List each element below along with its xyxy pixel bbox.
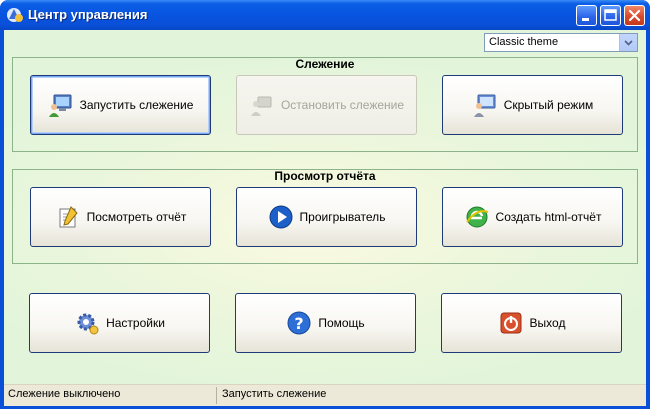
maximize-icon <box>604 9 617 21</box>
status-bar: Слежение выключено Запустить слежение <box>4 384 646 406</box>
settings-button[interactable]: Настройки <box>29 293 210 353</box>
create-html-report-button[interactable]: Создать html-отчёт <box>442 187 623 247</box>
app-icon <box>7 8 23 22</box>
start-monitoring-button[interactable]: Запустить слежение <box>30 75 211 135</box>
close-icon <box>628 9 641 22</box>
title-bar[interactable]: Центр управления <box>0 0 650 30</box>
status-hint: Запустить слежение <box>222 388 327 400</box>
report-pencil-icon <box>59 206 78 228</box>
help-label: Помощь <box>318 316 365 330</box>
minimize-button[interactable] <box>576 5 597 26</box>
theme-dropdown[interactable]: Classic theme <box>484 33 638 52</box>
dropdown-arrow-button[interactable] <box>619 34 637 51</box>
power-icon <box>500 312 522 334</box>
client-area: Classic theme Слежение Запустить слежени… <box>4 30 646 405</box>
view-report-label: Посмотреть отчёт <box>86 210 187 224</box>
exit-label: Выход <box>529 316 566 330</box>
stop-monitoring-icon <box>250 96 272 116</box>
help-icon: ? <box>287 311 311 335</box>
svg-text:?: ? <box>295 314 304 333</box>
close-button[interactable] <box>624 5 645 26</box>
minimize-icon <box>582 18 589 21</box>
hidden-mode-button[interactable]: Скрытый режим <box>442 75 623 135</box>
player-label: Проигрыватель <box>299 210 386 224</box>
hidden-mode-icon <box>473 94 496 117</box>
view-report-button[interactable]: Посмотреть отчёт <box>30 187 211 247</box>
chevron-down-icon <box>624 39 633 46</box>
stop-monitoring-button[interactable]: Остановить слежение <box>236 75 417 135</box>
theme-value: Classic theme <box>489 36 559 48</box>
ie-html-icon <box>465 206 488 228</box>
status-monitoring-state: Слежение выключено <box>8 388 121 400</box>
maximize-button[interactable] <box>600 5 621 26</box>
monitoring-group-title: Слежение <box>295 57 355 71</box>
settings-label: Настройки <box>106 316 165 330</box>
status-separator <box>216 387 217 404</box>
help-button[interactable]: ? Помощь <box>235 293 416 353</box>
stop-monitoring-label: Остановить слежение <box>280 98 405 112</box>
gear-icon <box>77 313 99 335</box>
report-group-title: Просмотр отчёта <box>274 169 376 183</box>
main-window: Центр управления Classic theme Слежение … <box>0 0 650 409</box>
window-title: Центр управления <box>28 7 148 22</box>
report-group: Просмотр отчёта Посмотреть отчёт Проигры… <box>12 169 638 264</box>
monitor-user-icon <box>48 94 72 117</box>
hidden-mode-label: Скрытый режим <box>503 98 594 112</box>
create-html-report-label: Создать html-отчёт <box>495 210 602 224</box>
player-button[interactable]: Проигрыватель <box>236 187 417 247</box>
monitoring-group: Слежение Запустить слежение Остановить с… <box>12 57 638 152</box>
exit-button[interactable]: Выход <box>441 293 622 353</box>
start-monitoring-label: Запустить слежение <box>79 98 194 112</box>
play-icon <box>269 205 293 229</box>
